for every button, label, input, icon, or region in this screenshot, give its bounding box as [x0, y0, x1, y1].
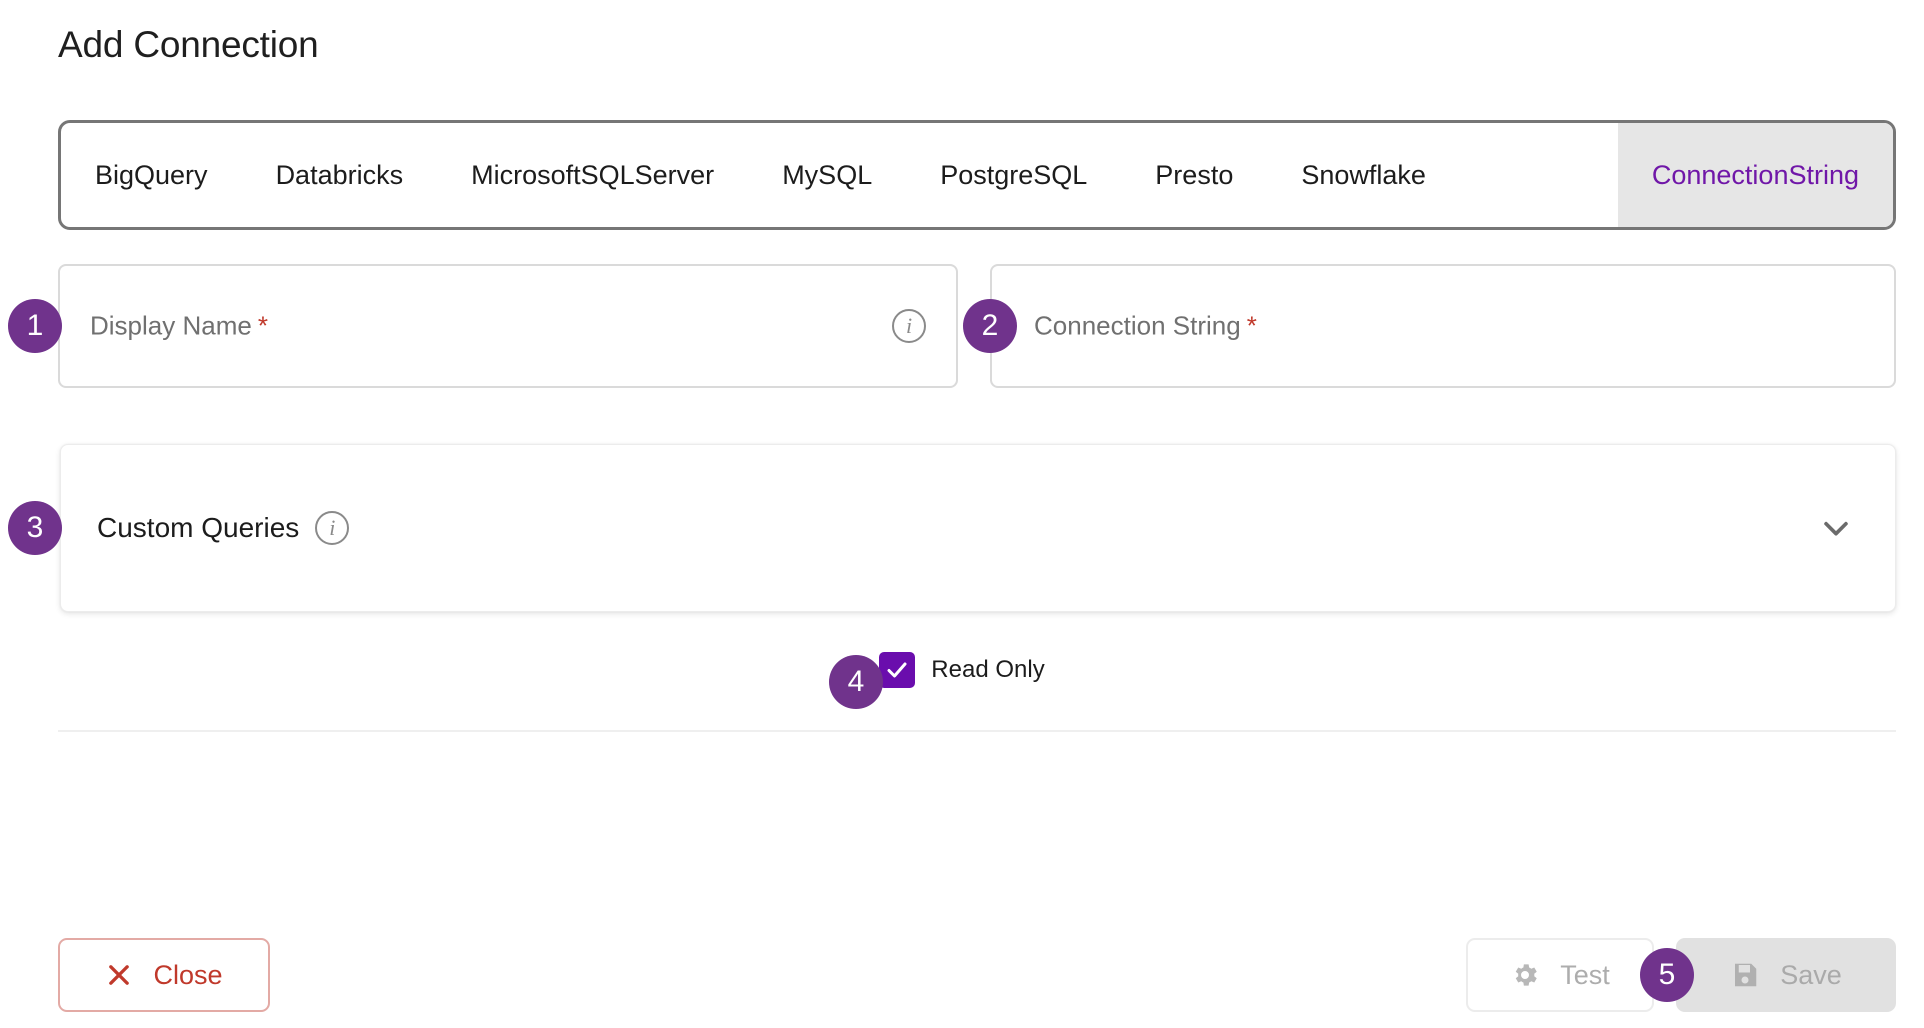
- save-button[interactable]: Save: [1676, 938, 1896, 1012]
- annotation-badge-1: 1: [8, 299, 62, 353]
- checkmark-icon: [887, 662, 907, 678]
- annotation-badge-3: 3: [8, 501, 62, 555]
- tab-label: MySQL: [782, 159, 873, 190]
- custom-queries-title: Custom Queries: [97, 512, 300, 543]
- save-button-label: Save: [1780, 959, 1842, 990]
- required-asterisk: *: [1246, 310, 1257, 341]
- close-x-icon: [109, 965, 130, 985]
- tab-databricks[interactable]: Databricks: [242, 123, 438, 227]
- tab-snowflake[interactable]: Snowflake: [1267, 123, 1460, 227]
- tab-mysql[interactable]: MySQL: [748, 123, 906, 227]
- display-name-label-text: Display Name: [90, 310, 252, 341]
- connection-type-tabbar: BigQuery Databricks MicrosoftSQLServer M…: [58, 120, 1896, 230]
- add-connection-dialog: Add Connection BigQuery Databricks Micro…: [0, 0, 1924, 1028]
- read-only-row: Read Only: [0, 652, 1924, 688]
- custom-queries-header: Custom Queries i: [97, 511, 350, 545]
- tab-connectionstring[interactable]: ConnectionString: [1617, 123, 1893, 227]
- display-name-field[interactable]: Display Name * i: [58, 264, 958, 388]
- tabbar-spacer: [1460, 123, 1618, 227]
- chevron-down-icon[interactable]: [1819, 511, 1853, 545]
- connection-string-label: Connection String *: [1034, 311, 1257, 342]
- tab-label: ConnectionString: [1651, 159, 1859, 190]
- tab-microsoftsqlserver[interactable]: MicrosoftSQLServer: [437, 123, 748, 227]
- close-button-label: Close: [153, 959, 223, 990]
- info-icon[interactable]: i: [892, 309, 926, 343]
- floppy-disk-save-icon: [1735, 963, 1757, 987]
- footer-divider: [58, 730, 1896, 732]
- display-name-label: Display Name *: [90, 311, 268, 342]
- required-asterisk: *: [257, 310, 268, 341]
- custom-queries-panel[interactable]: Custom Queries i: [60, 444, 1896, 612]
- tab-bigquery[interactable]: BigQuery: [61, 123, 242, 227]
- page-title: Add Connection: [58, 24, 319, 65]
- tab-label: Databricks: [275, 159, 404, 190]
- tab-label: Snowflake: [1301, 159, 1426, 190]
- test-button-label: Test: [1560, 959, 1610, 990]
- tab-presto[interactable]: Presto: [1121, 123, 1267, 227]
- tab-label: MicrosoftSQLServer: [471, 159, 715, 190]
- read-only-checkbox[interactable]: [879, 652, 916, 688]
- close-button[interactable]: Close: [58, 938, 270, 1012]
- test-button[interactable]: Test: [1466, 938, 1654, 1012]
- tab-label: PostgreSQL: [940, 159, 1088, 190]
- tab-label: BigQuery: [95, 159, 208, 190]
- connection-string-label-text: Connection String: [1034, 310, 1241, 341]
- gear-icon: [1515, 964, 1537, 986]
- read-only-label: Read Only: [931, 656, 1045, 683]
- connection-string-field[interactable]: Connection String *: [990, 264, 1896, 388]
- tab-postgresql[interactable]: PostgreSQL: [906, 123, 1121, 227]
- info-icon[interactable]: i: [315, 511, 350, 545]
- tab-label: Presto: [1155, 159, 1234, 190]
